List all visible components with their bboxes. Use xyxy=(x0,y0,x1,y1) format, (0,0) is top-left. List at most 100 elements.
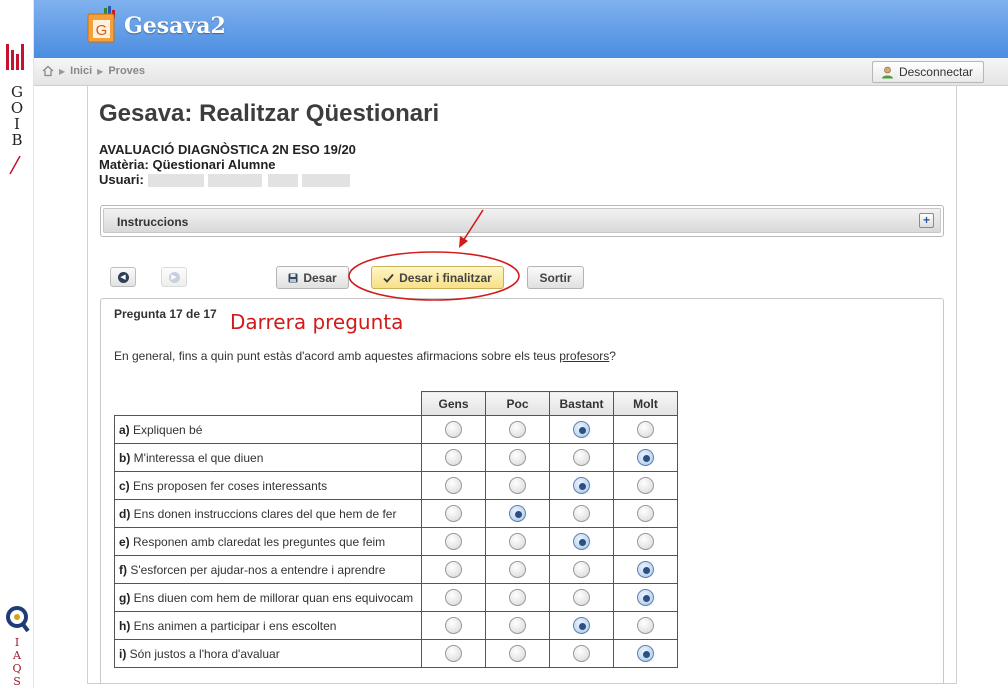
radio-gens[interactable] xyxy=(445,589,462,606)
statement-label: c) Ens proposen fer coses interessants xyxy=(114,471,422,500)
radio-bastant[interactable] xyxy=(573,533,590,550)
radio-bastant[interactable] xyxy=(573,589,590,606)
radio-gens[interactable] xyxy=(445,477,462,494)
radio-gens[interactable] xyxy=(445,645,462,662)
radio-poc[interactable] xyxy=(509,645,526,662)
arrow-right-icon: ▶ xyxy=(168,271,180,283)
radio-gens[interactable] xyxy=(445,561,462,578)
radio-bastant[interactable] xyxy=(573,617,590,634)
radio-molt[interactable] xyxy=(637,645,654,662)
institution-sidebar: G O I B I A Q S xyxy=(0,0,34,688)
exit-button[interactable]: Sortir xyxy=(527,266,584,289)
save-and-finish-button[interactable]: Desar i finalitzar xyxy=(371,266,504,289)
expand-plus-icon[interactable]: + xyxy=(919,213,934,228)
option-cell xyxy=(549,499,614,528)
radio-gens[interactable] xyxy=(445,533,462,550)
radio-poc[interactable] xyxy=(509,561,526,578)
radio-poc[interactable] xyxy=(509,617,526,634)
option-cell xyxy=(613,611,678,640)
logout-button[interactable]: Desconnectar xyxy=(871,61,984,83)
radio-molt[interactable] xyxy=(637,561,654,578)
instructions-panel: Instruccions + xyxy=(100,205,944,237)
radio-bastant[interactable] xyxy=(573,561,590,578)
chevron-right-icon: ▶ xyxy=(59,66,66,76)
radio-bastant[interactable] xyxy=(573,645,590,662)
statement-text: Són justos a l'hora d'avaluar xyxy=(126,646,280,661)
radio-poc[interactable] xyxy=(509,449,526,466)
table-row: i) Són justos a l'hora d'avaluar xyxy=(114,639,678,668)
save-and-finish-label: Desar i finalitzar xyxy=(399,270,492,285)
check-icon xyxy=(383,273,394,283)
table-header-blank xyxy=(114,391,422,416)
option-cell xyxy=(549,443,614,472)
save-button[interactable]: Desar xyxy=(276,266,349,289)
option-cell xyxy=(421,555,486,584)
breadcrumb-inici[interactable]: Inici xyxy=(70,65,92,77)
save-icon xyxy=(288,273,298,282)
radio-molt[interactable] xyxy=(637,505,654,522)
radio-gens[interactable] xyxy=(445,505,462,522)
user-label: Usuari: xyxy=(99,172,144,187)
option-cell xyxy=(485,639,550,668)
radio-molt[interactable] xyxy=(637,617,654,634)
option-cell xyxy=(485,555,550,584)
goib-slash-icon xyxy=(9,155,21,175)
radio-molt[interactable] xyxy=(637,589,654,606)
radio-gens[interactable] xyxy=(445,421,462,438)
radio-gens[interactable] xyxy=(445,617,462,634)
option-cell xyxy=(421,443,486,472)
statement-text: Ens proposen fer coses interessants xyxy=(129,478,328,493)
radio-poc[interactable] xyxy=(509,421,526,438)
breadcrumb-proves[interactable]: Proves xyxy=(108,65,145,77)
likert-table-body: a) Expliquen bé b) M'interessa el que diu… xyxy=(114,415,678,668)
option-cell xyxy=(421,611,486,640)
previous-question-button[interactable]: ◀ xyxy=(110,267,136,287)
arrow-left-icon: ◀ xyxy=(117,271,129,283)
radio-molt[interactable] xyxy=(637,449,654,466)
radio-bastant[interactable] xyxy=(573,449,590,466)
option-cell xyxy=(421,527,486,556)
radio-poc[interactable] xyxy=(509,505,526,522)
option-cell xyxy=(421,499,486,528)
radio-bastant[interactable] xyxy=(573,477,590,494)
radio-gens[interactable] xyxy=(445,449,462,466)
goib-logo-bars xyxy=(6,44,24,70)
option-cell xyxy=(613,499,678,528)
statement-key: a) xyxy=(119,422,130,437)
table-row: g) Ens diuen com hem de millorar quan en… xyxy=(114,583,678,612)
next-question-button[interactable]: ▶ xyxy=(161,267,187,287)
question-text-underlined: profesors xyxy=(559,349,610,363)
user-line: Usuari: xyxy=(99,172,356,188)
option-cell xyxy=(613,555,678,584)
redacted-block xyxy=(147,174,204,188)
iaqs-logo-text: I A Q S xyxy=(12,636,22,688)
redacted-block xyxy=(301,174,350,188)
radio-molt[interactable] xyxy=(637,421,654,438)
statement-label: e) Responen amb claredat les preguntes q… xyxy=(114,527,422,556)
option-cell xyxy=(485,471,550,500)
radio-bastant[interactable] xyxy=(573,505,590,522)
app-header: G Gesava2 xyxy=(34,0,1008,58)
statement-key: e) xyxy=(119,534,130,549)
instructions-header[interactable]: Instruccions + xyxy=(103,208,941,233)
radio-molt[interactable] xyxy=(637,533,654,550)
logo-letter: G xyxy=(96,22,108,39)
radio-bastant[interactable] xyxy=(573,421,590,438)
radio-poc[interactable] xyxy=(509,477,526,494)
subject-name: Matèria: Qüestionari Alumne xyxy=(99,157,276,172)
statement-label: i) Són justos a l'hora d'avaluar xyxy=(114,639,422,668)
column-header: Poc xyxy=(485,391,550,416)
home-icon[interactable] xyxy=(42,65,54,77)
question-counter: Pregunta 17 de 17 xyxy=(114,307,217,321)
option-cell xyxy=(613,583,678,612)
radio-molt[interactable] xyxy=(637,477,654,494)
radio-poc[interactable] xyxy=(509,533,526,550)
radio-poc[interactable] xyxy=(509,589,526,606)
option-cell xyxy=(613,415,678,444)
chevron-right-icon: ▶ xyxy=(97,66,104,76)
annotation-text: Darrera pregunta xyxy=(230,310,404,334)
likert-table: Gens Poc Bastant Molt a) Expliquen bé b) … xyxy=(114,391,678,668)
column-header: Molt xyxy=(613,391,678,416)
iaqs-logo-icon xyxy=(6,606,30,633)
statement-label: g) Ens diuen com hem de millorar quan en… xyxy=(114,583,422,612)
